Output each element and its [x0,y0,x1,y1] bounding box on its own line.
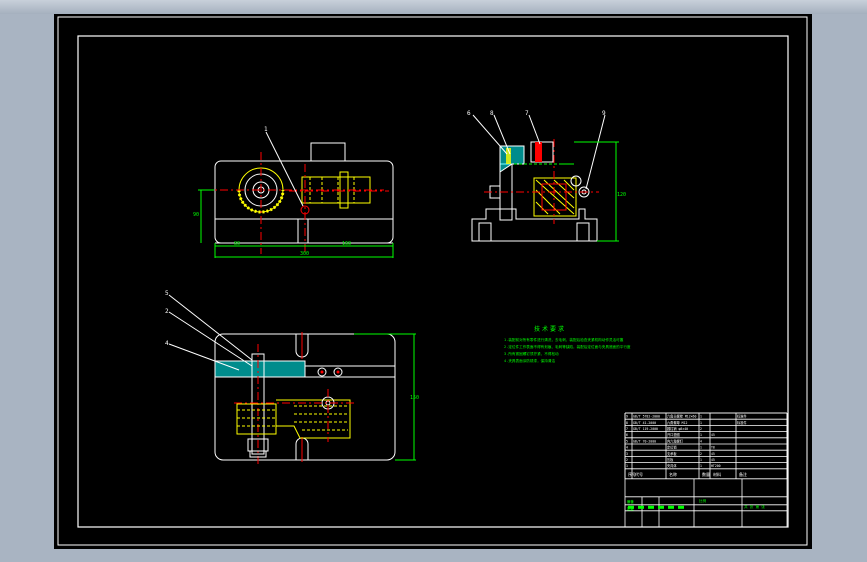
parts-cell: 9 [626,415,628,419]
dim-side-height: 120 [617,192,626,198]
drawing-svg: 1 300 80 160 90 6 8 7 9 120 5 2 4 150 技术… [57,16,808,546]
title-block-mark [668,505,674,509]
parts-cell: 六角头螺栓 M12×60 [667,414,696,419]
parts-cell: 标准件 [737,414,747,419]
parts-header: 备注 [739,471,747,477]
parts-cell: 夹具体 [667,463,677,468]
app-background [0,0,867,14]
parts-cell: GB/T 119-2000 [633,427,658,431]
parts-cell: 标准件 [737,420,747,425]
parts-cell: GB/T 70-2000 [633,439,656,443]
balloon-4: 4 [165,340,169,347]
parts-cell: 2 [626,458,628,462]
parts-cell: 圆柱销 φ8×40 [667,426,688,431]
parts-cell: 1 [700,421,702,425]
dim-front-right: 160 [342,241,351,247]
dim-front-left: 80 [234,241,240,247]
dim-front-height: 90 [193,212,199,218]
parts-cell: 开口垫圈 [667,432,680,437]
technical-requirements: 技术要求 1.装配前对所有零件进行清洗，去毛刺，装配后检查夹紧机构动作灵活可靠 … [504,325,631,363]
parts-cell: 1 [626,464,628,468]
balloon-9: 9 [602,110,606,117]
parts-cell: 1 [700,415,702,419]
parts-cell: 2 [700,427,702,431]
parts-header: 数量 [702,471,710,477]
sheet-label: 共 张 第 张 [744,504,765,509]
balloon-8: 8 [490,110,494,117]
parts-cell: 45 [711,458,715,462]
side-view: 6 8 7 9 120 [467,110,626,242]
inner-frame [77,35,789,528]
parts-header: 代号 [635,471,643,477]
parts-cell: 3 [626,452,628,456]
parts-cell: 1 [700,464,702,468]
outer-frame [57,16,808,546]
balloon-1: 1 [264,126,268,133]
parts-cell: 5 [626,439,628,443]
tech-req-line: 2.定位件工作表面不得有划痕、毛刺等缺陷，装配后定位面与夹具底面的平行度 [504,344,631,349]
balloon-5: 5 [165,290,169,297]
parts-cell: 4 [700,439,702,443]
title-block-mark [658,505,664,509]
parts-cell: GB/T 41-2000 [633,421,656,425]
parts-cell: 压板 [667,457,674,462]
dim-front-width: 300 [300,251,309,257]
balloon-2: 2 [165,308,169,315]
top-view: 5 2 4 150 [165,290,419,464]
tech-req-line: 1.装配前对所有零件进行清洗，去毛刺，装配后检查夹紧机构动作灵活可靠 [504,337,624,342]
cad-canvas[interactable]: 1 300 80 160 90 6 8 7 9 120 5 2 4 150 技术… [54,14,812,549]
tech-req-title: 技术要求 [534,325,566,333]
dim-top-depth: 150 [410,395,419,401]
balloon-7: 7 [525,110,529,117]
parts-cell: 7 [626,427,628,431]
parts-cell: 内六角螺钉 [667,438,684,443]
title-block: 9 GB/T 5782-2000 六角头螺栓 M12×60 1 标准件 8 GB/T 41-… [624,412,788,527]
parts-cell: 1 [700,446,702,450]
parts-cell: 定位销 [667,445,677,450]
tech-req-line: 3.所有紧固螺钉须拧紧，不得松动 [504,351,559,356]
parts-header: 材料 [713,471,721,477]
parts-cell: 45 [711,433,715,437]
title-block-mark [638,505,644,509]
parts-cell: 6 [626,433,628,437]
parts-cell: 1 [700,433,702,437]
balloon-6: 6 [467,110,471,117]
parts-header: 名称 [669,471,677,477]
title-block-mark [628,505,634,509]
title-block-mark [648,505,654,509]
parts-cell: 支承板 [667,451,677,456]
front-view: 1 300 80 160 90 [193,126,394,258]
parts-cell: 8 [626,421,628,425]
parts-cell: T8 [711,446,715,450]
parts-cell: 1 [700,458,702,462]
title-block-mark [678,505,684,509]
parts-cell: 六角螺母 M12 [667,420,688,425]
parts-cell: GB/T 5782-2000 [633,415,660,419]
parts-cell: 45 [711,452,715,456]
parts-cell: HT200 [711,464,721,468]
parts-cell: 2 [700,452,702,456]
signoff-label: 审核 [627,499,634,504]
parts-cell: 4 [626,446,628,450]
scale-label: 比例 [699,498,707,503]
tech-req-line: 4.夹具表面涂防锈漆，保持清洁 [504,358,555,363]
